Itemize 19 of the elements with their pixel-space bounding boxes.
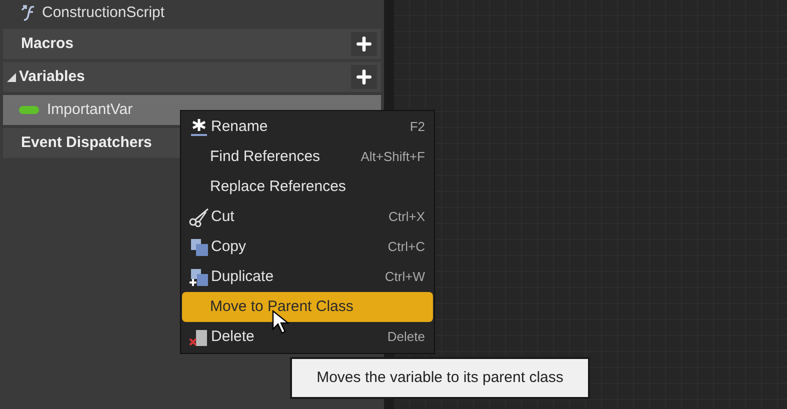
variable-label: ImportantVar bbox=[47, 100, 133, 120]
menu-item-label: Cut bbox=[211, 206, 234, 227]
category-label: Macros bbox=[21, 34, 74, 54]
menu-item-label: Replace References bbox=[210, 176, 346, 197]
menu-item-label: Find References bbox=[210, 146, 320, 167]
category-label: Variables bbox=[19, 66, 85, 87]
tooltip-text: Moves the variable to its parent class bbox=[316, 368, 564, 388]
shortcut-label: Delete bbox=[387, 328, 425, 346]
menu-item-label: Copy bbox=[211, 236, 246, 257]
shortcut-label: F2 bbox=[410, 118, 425, 136]
shortcut-label: Ctrl+C bbox=[388, 238, 425, 256]
category-label: Event Dispatchers bbox=[21, 132, 152, 153]
menu-item-label: Duplicate bbox=[211, 266, 274, 287]
shortcut-label: Ctrl+X bbox=[388, 208, 425, 226]
menu-item-label: Rename bbox=[211, 116, 268, 137]
shortcut-label: Alt+Shift+F bbox=[360, 148, 425, 166]
menu-item-label: Delete bbox=[211, 326, 254, 347]
menu-item-label: Move to Parent Class bbox=[210, 296, 354, 317]
shortcut-label: Ctrl+W bbox=[384, 268, 425, 286]
